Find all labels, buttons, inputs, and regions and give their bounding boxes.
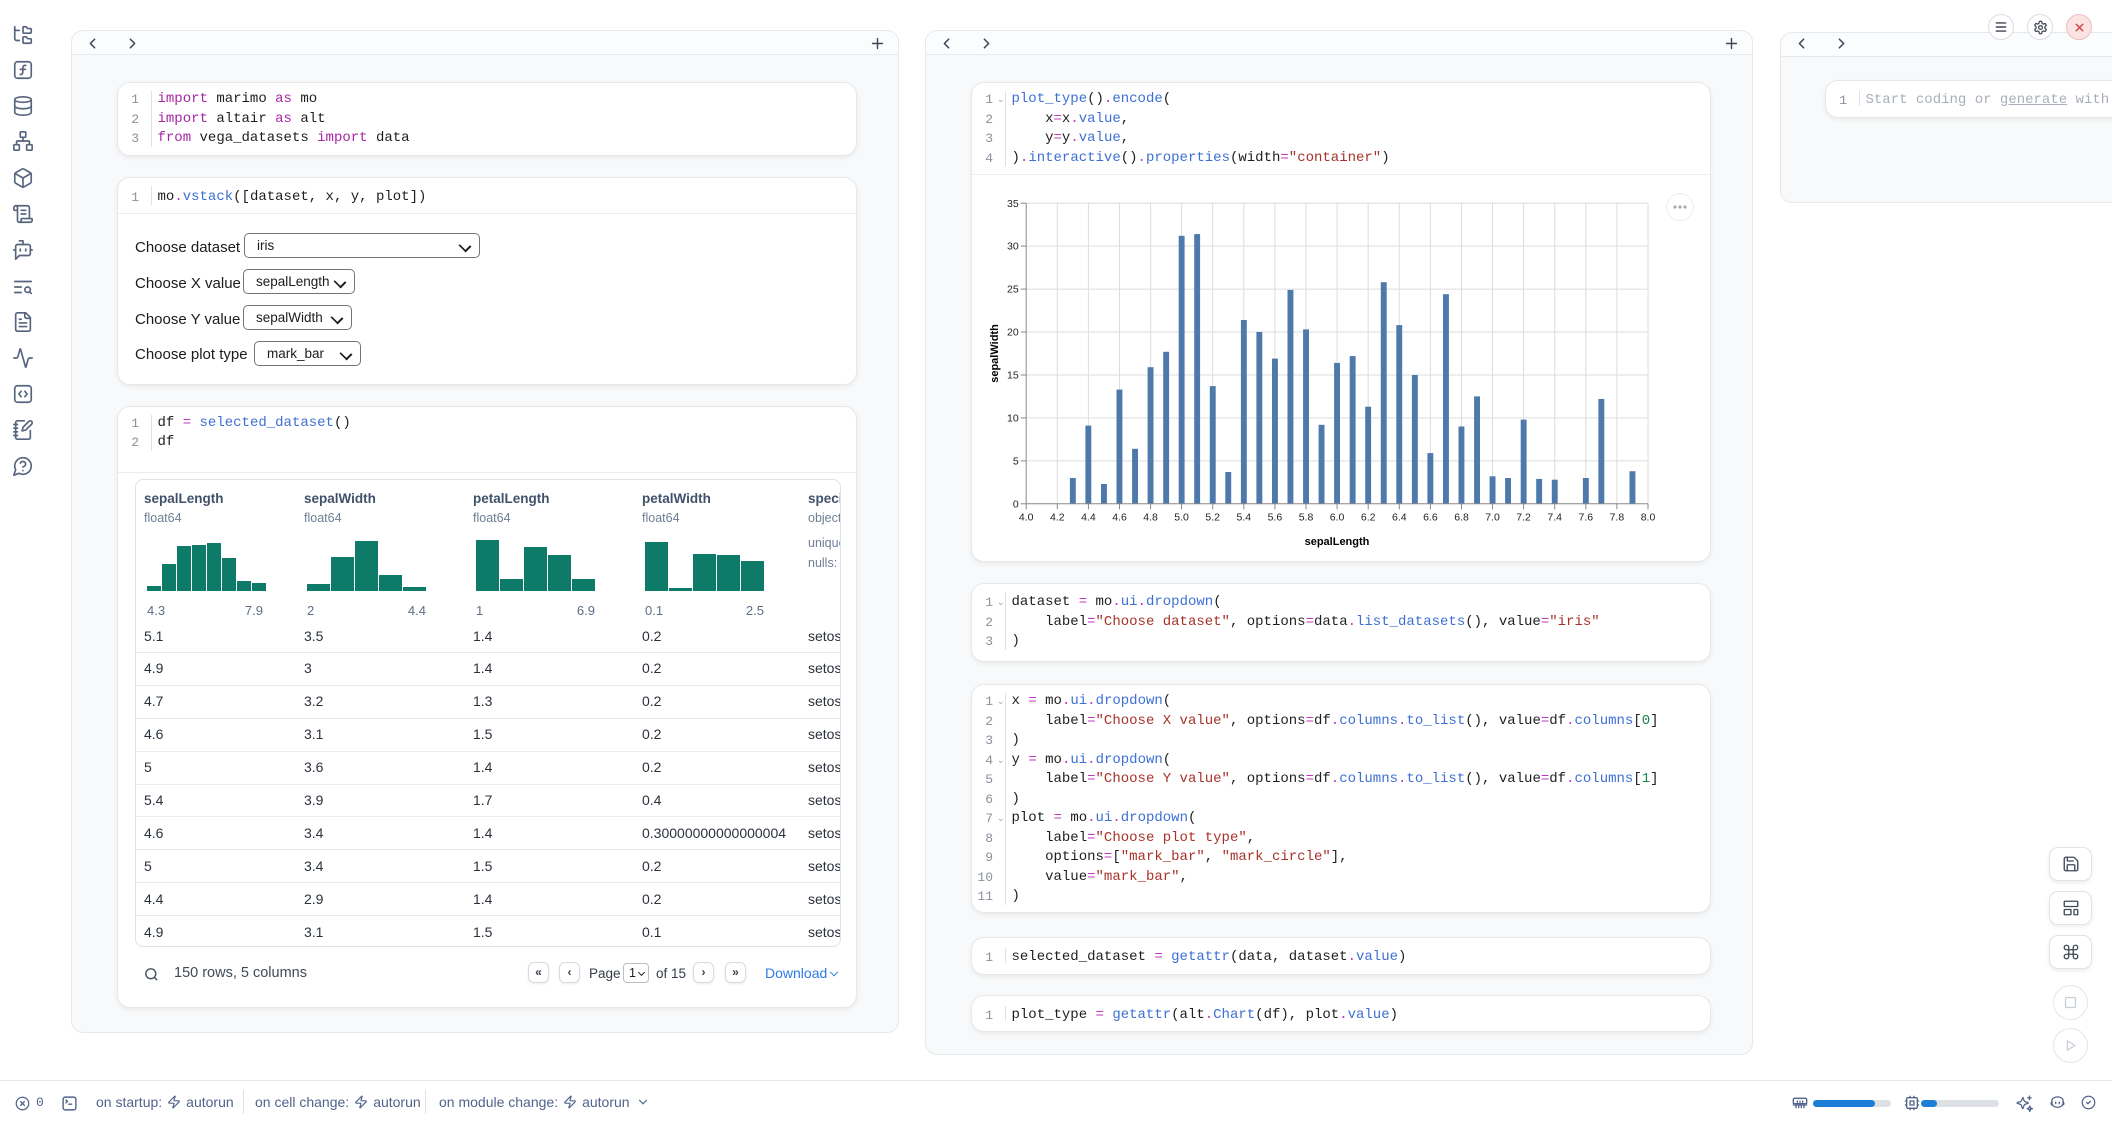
svg-text:6.8: 6.8	[1454, 511, 1469, 523]
svg-text:6.0: 6.0	[1330, 511, 1345, 523]
svg-text:4.2: 4.2	[1050, 511, 1065, 523]
svg-text:4.6: 4.6	[1112, 511, 1127, 523]
svg-text:7.8: 7.8	[1610, 511, 1625, 523]
svg-text:6.6: 6.6	[1423, 511, 1438, 523]
svg-text:5.8: 5.8	[1299, 511, 1314, 523]
svg-text:4.4: 4.4	[1081, 511, 1096, 523]
svg-text:5.6: 5.6	[1268, 511, 1283, 523]
svg-text:0: 0	[1013, 498, 1019, 510]
svg-text:8.0: 8.0	[1641, 511, 1656, 523]
svg-text:5: 5	[1013, 455, 1019, 467]
svg-text:35: 35	[1007, 197, 1019, 209]
svg-text:6.2: 6.2	[1361, 511, 1376, 523]
svg-text:7.6: 7.6	[1578, 511, 1593, 523]
svg-text:20: 20	[1007, 326, 1019, 338]
svg-text:10: 10	[1007, 412, 1019, 424]
svg-text:15: 15	[1007, 369, 1019, 381]
svg-text:30: 30	[1007, 240, 1019, 252]
svg-text:25: 25	[1007, 283, 1019, 295]
svg-text:5.4: 5.4	[1236, 511, 1251, 523]
svg-text:7.2: 7.2	[1516, 511, 1531, 523]
svg-text:5.2: 5.2	[1205, 511, 1220, 523]
svg-text:7.0: 7.0	[1485, 511, 1500, 523]
svg-text:5.0: 5.0	[1174, 511, 1189, 523]
svg-text:4.0: 4.0	[1019, 511, 1034, 523]
svg-text:6.4: 6.4	[1392, 511, 1407, 523]
svg-text:4.8: 4.8	[1143, 511, 1158, 523]
svg-text:sepalWidth: sepalWidth	[989, 323, 1001, 382]
svg-text:7.4: 7.4	[1547, 511, 1562, 523]
svg-text:sepalLength: sepalLength	[1305, 536, 1370, 548]
